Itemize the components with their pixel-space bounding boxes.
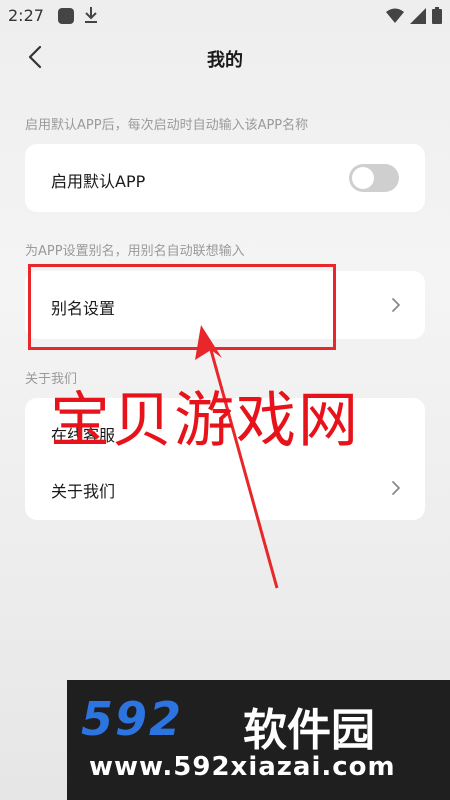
status-bar: 2:27 — [0, 0, 450, 32]
banner-brand-name: 软件园 — [243, 705, 375, 756]
default-app-row: 启用默认APP — [25, 144, 425, 212]
page-title: 我的 — [207, 50, 243, 71]
status-time: 2:27 — [8, 6, 44, 25]
chevron-right-icon — [392, 298, 400, 312]
battery-icon — [432, 7, 442, 24]
default-app-label: 启用默认APP — [51, 172, 146, 191]
download-icon — [85, 7, 97, 23]
nav-bar: 我的 — [0, 32, 450, 82]
chevron-right-icon — [392, 481, 400, 495]
default-app-hint: 启用默认APP后，每次启动时自动输入该APP名称 — [25, 118, 309, 133]
watermark-text: 宝贝游戏网 — [50, 386, 360, 456]
brand-banner: 592 软件园 www.592xiazai.com — [67, 680, 450, 800]
banner-brand-number: 592 — [81, 692, 184, 746]
wifi-icon — [386, 8, 404, 23]
about-us-label: 关于我们 — [51, 482, 116, 501]
annotation-highlight-box — [28, 264, 336, 350]
toggle-knob — [352, 167, 374, 189]
about-us-row[interactable]: 关于我们 — [25, 458, 425, 520]
status-indicators — [386, 7, 442, 24]
app-notification-icon — [58, 8, 74, 24]
signal-icon — [410, 7, 426, 24]
default-app-toggle[interactable] — [349, 164, 399, 192]
default-app-card: 启用默认APP — [25, 144, 425, 212]
banner-url: www.592xiazai.com — [89, 752, 396, 782]
alias-hint: 为APP设置别名，用别名自动联想输入 — [25, 244, 245, 259]
